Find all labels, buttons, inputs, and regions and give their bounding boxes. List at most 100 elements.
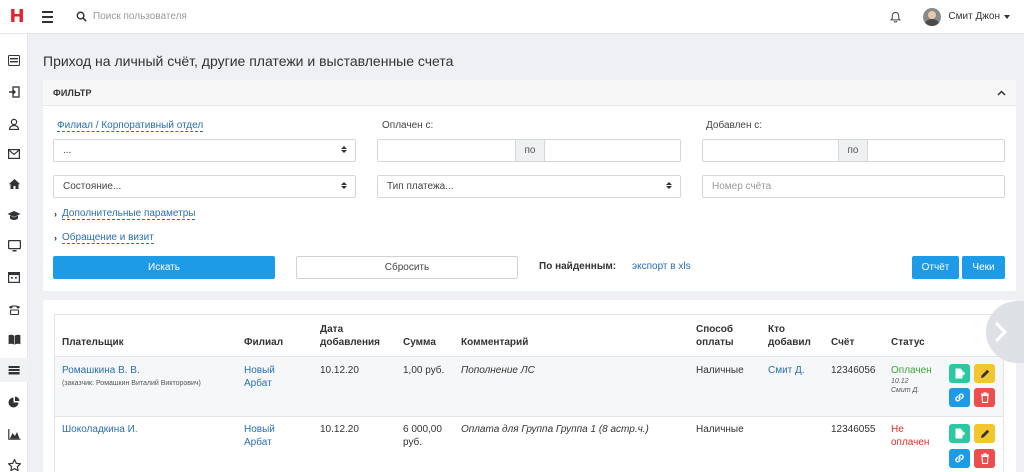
trash-icon [980, 453, 989, 464]
edit-button[interactable] [974, 424, 995, 443]
phone-icon[interactable] [7, 302, 21, 316]
pencil-icon [980, 429, 989, 438]
home-icon[interactable] [7, 177, 21, 191]
added-to-input[interactable] [868, 140, 1004, 161]
extra-params-toggle[interactable]: › Дополнительные параметры [54, 208, 196, 220]
branch-link[interactable]: Новый Арбат [244, 423, 275, 449]
calendar-icon[interactable] [7, 270, 21, 284]
receipts-button[interactable]: Чеки [962, 256, 1005, 279]
state-select-value: Состояние... [63, 181, 122, 192]
avatar[interactable] [923, 7, 942, 26]
status-badge: Оплачен [891, 365, 932, 376]
app-logo[interactable]: H [0, 0, 34, 34]
added-from-label: Добавлен с: [706, 120, 763, 131]
header-payment-method-line2: оплаты [696, 337, 734, 348]
paid-range-to: по [515, 140, 545, 161]
payer-note: (заказчик: Ромашкин Виталий Викторович) [62, 380, 201, 387]
invoice-number-placeholder: Номер счёта [712, 181, 772, 192]
area-chart-icon[interactable] [7, 427, 21, 441]
delete-button[interactable] [974, 388, 995, 407]
by-found-label: По найденным: [539, 261, 617, 272]
branch-line1: Новый [244, 365, 275, 376]
header-payment-method[interactable]: Способ оплаты [696, 323, 734, 349]
payer-link[interactable]: Ромашкина В. В. [62, 364, 201, 377]
user-icon[interactable] [7, 117, 21, 131]
added-from-input[interactable] [703, 140, 838, 161]
pencil-icon [980, 369, 989, 378]
method-cell: Наличные [696, 424, 744, 435]
search-button[interactable]: Искать [53, 256, 275, 279]
payment-type-select-value: Тип платежа... [387, 181, 454, 192]
header-payer[interactable]: Плательщик [62, 336, 124, 349]
added-date-range: по [702, 139, 1005, 162]
paid-to-input[interactable] [545, 140, 680, 161]
export-xls-link[interactable]: экспорт в xls [632, 261, 691, 272]
payments-panel: Плательщик Филиал Дата добавления Сумма … [43, 300, 1016, 472]
link-button[interactable] [949, 449, 970, 468]
header-amount[interactable]: Сумма [403, 336, 436, 349]
receipt-button[interactable] [949, 364, 970, 383]
amount-line1: 6 000,00 [403, 424, 442, 435]
receipt-icon [955, 368, 965, 379]
header-invoice[interactable]: Счёт [831, 336, 854, 349]
extra-params-label: Дополнительные параметры [62, 208, 196, 220]
branch-line1: Новый [244, 424, 275, 435]
link-icon [955, 454, 964, 463]
branch-select-value: ... [63, 145, 72, 156]
date-cell: 10.12.20 [320, 365, 359, 376]
select-arrows-icon [341, 182, 347, 189]
user-search-input[interactable] [93, 11, 333, 22]
receipt-button[interactable] [949, 424, 970, 443]
delete-button[interactable] [974, 449, 995, 468]
header-comment[interactable]: Комментарий [461, 336, 528, 349]
appeal-visit-toggle[interactable]: › Обращение и визит [54, 232, 154, 244]
graduation-cap-icon[interactable] [7, 208, 21, 222]
chevron-down-icon[interactable] [1004, 14, 1010, 19]
paid-from-input[interactable] [378, 140, 515, 161]
amount-cell: 6 000,00 руб. [403, 423, 442, 449]
header-added-by[interactable]: Кто добавил [768, 323, 811, 349]
mail-icon[interactable] [7, 147, 21, 161]
trash-icon [980, 392, 989, 403]
login-icon[interactable] [7, 85, 21, 99]
state-select[interactable]: Состояние... [53, 175, 356, 198]
sidebar [0, 34, 28, 472]
bell-icon[interactable] [890, 11, 902, 23]
report-button[interactable]: Отчёт [912, 256, 959, 279]
select-arrows-icon [666, 182, 672, 189]
user-name[interactable]: Смит Джон [948, 11, 1000, 22]
comment-cell: Оплата для Группа Группа 1 (8 астр.ч.) [461, 424, 649, 435]
link-button[interactable] [949, 388, 970, 407]
payment-type-select[interactable]: Тип платежа... [377, 175, 681, 198]
book-icon[interactable] [7, 332, 21, 346]
payer-link[interactable]: Шоколадкина И. [62, 423, 138, 436]
hamburger-icon[interactable] [42, 10, 62, 23]
header-added-by-line1: Кто [768, 324, 785, 335]
table-row: Ромашкина В. В. (заказчик: Ромашкин Вита… [55, 357, 1003, 417]
branch-label[interactable]: Филиал / Корпоративный отдел [57, 120, 204, 132]
header-date-added-line1: Дата [320, 324, 344, 335]
receipt-icon [955, 428, 965, 439]
chevron-up-icon[interactable] [997, 89, 1006, 96]
filter-header[interactable]: ФИЛЬТР [43, 80, 1016, 106]
pie-chart-icon[interactable] [7, 395, 21, 409]
filter-panel: ФИЛЬТР Филиал / Корпоративный отдел Опла… [43, 80, 1016, 291]
wallet-icon[interactable] [7, 363, 21, 377]
status-by-link[interactable]: Смит Д. [891, 386, 932, 395]
added-by-link[interactable]: Смит Д. [768, 364, 805, 377]
branch-select[interactable]: ... [53, 139, 356, 162]
branch-link[interactable]: Новый Арбат [244, 364, 275, 390]
list-icon[interactable] [7, 53, 21, 67]
user-search [76, 11, 333, 22]
header-status[interactable]: Статус [891, 336, 925, 349]
reset-button[interactable]: Сбросить [296, 256, 518, 279]
header-branch[interactable]: Филиал [244, 336, 283, 349]
invoice-number-input[interactable]: Номер счёта [702, 175, 1005, 198]
star-icon[interactable] [7, 458, 21, 472]
monitor-icon[interactable] [7, 239, 21, 253]
header-date-added[interactable]: Дата добавления [320, 323, 380, 349]
status-date: 10.12 [891, 378, 909, 385]
paid-from-label: Оплачен с: [382, 120, 434, 131]
edit-button[interactable] [974, 364, 995, 383]
branch-line2: Арбат [244, 437, 272, 448]
